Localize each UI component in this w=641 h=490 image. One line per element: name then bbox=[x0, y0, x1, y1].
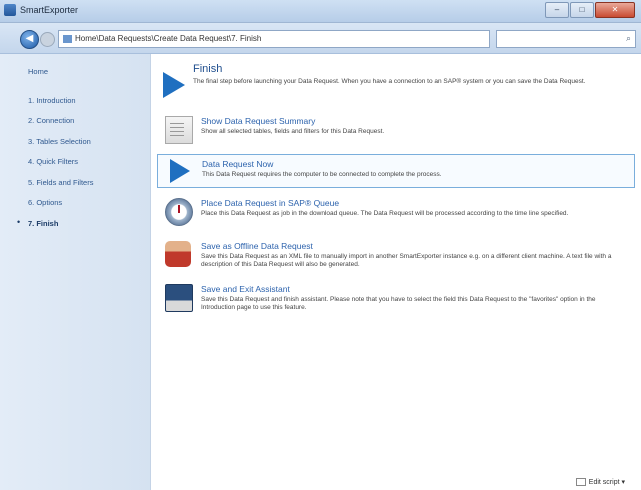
sidebar: Home 1. Introduction 2. Connection 3. Ta… bbox=[0, 54, 151, 490]
option-description: Save this Data Request as an XML file to… bbox=[201, 253, 612, 268]
footer-link[interactable]: Edit script ▾ bbox=[575, 478, 625, 486]
footer-label[interactable]: Edit script bbox=[589, 479, 620, 486]
disk-icon bbox=[165, 284, 193, 312]
address-bar[interactable]: Home\Data Requests\Create Data Request\7… bbox=[58, 30, 490, 48]
close-button[interactable]: ✕ bbox=[595, 2, 635, 18]
option-save-exit[interactable]: Save and Exit Assistant Save this Data R… bbox=[157, 280, 633, 316]
forward-button[interactable] bbox=[40, 32, 55, 47]
sidebar-item-home[interactable]: Home bbox=[28, 67, 48, 76]
search-icon[interactable]: ⌕ bbox=[626, 33, 631, 44]
window-title: SmartExporter bbox=[20, 5, 79, 15]
option-save-offline[interactable]: Save as Offline Data Request Save this D… bbox=[157, 237, 633, 277]
page-title: Finish bbox=[193, 63, 223, 75]
option-show-summary[interactable]: Show Data Request Summary Show all selec… bbox=[157, 112, 633, 150]
clock-icon bbox=[165, 198, 193, 226]
title-bar: SmartExporter – □ ✕ bbox=[0, 0, 641, 23]
play-icon bbox=[170, 159, 190, 183]
person-icon bbox=[165, 241, 191, 267]
sidebar-item-finish[interactable]: 7. Finish bbox=[28, 219, 58, 228]
navigation-bar: ◀ Home\Data Requests\Create Data Request… bbox=[0, 23, 641, 54]
app-icon bbox=[4, 4, 16, 16]
sidebar-item-fields-filters[interactable]: 5. Fields and Filters bbox=[28, 178, 93, 187]
option-title[interactable]: Save as Offline Data Request bbox=[201, 241, 313, 251]
option-title[interactable]: Place Data Request in SAP® Queue bbox=[201, 198, 339, 208]
option-title[interactable]: Show Data Request Summary bbox=[201, 116, 315, 126]
minimize-button[interactable]: – bbox=[545, 2, 569, 18]
option-title[interactable]: Save and Exit Assistant bbox=[201, 284, 290, 294]
option-request-now[interactable]: Data Request Now This Data Request requi… bbox=[157, 154, 635, 188]
finish-play-icon bbox=[163, 72, 185, 98]
address-text: Home\Data Requests\Create Data Request\7… bbox=[75, 34, 262, 43]
option-description: Place this Data Request as job in the do… bbox=[201, 210, 569, 217]
back-button[interactable]: ◀ bbox=[20, 30, 39, 49]
window-controls: – □ ✕ bbox=[544, 2, 635, 18]
sidebar-item-options[interactable]: 6. Options bbox=[28, 198, 62, 207]
main-content: Finish The final step before launching y… bbox=[151, 54, 641, 490]
option-title[interactable]: Data Request Now bbox=[202, 159, 273, 169]
sidebar-item-connection[interactable]: 2. Connection bbox=[28, 116, 74, 125]
sidebar-item-introduction[interactable]: 1. Introduction bbox=[28, 96, 76, 105]
search-input[interactable]: ⌕ bbox=[496, 30, 636, 48]
option-place-in-queue[interactable]: Place Data Request in SAP® Queue Place t… bbox=[157, 194, 633, 232]
maximize-button[interactable]: □ bbox=[570, 2, 594, 18]
current-step-bullet: • bbox=[17, 217, 21, 227]
script-icon bbox=[575, 478, 586, 486]
sidebar-item-tables-selection[interactable]: 3. Tables Selection bbox=[28, 137, 91, 146]
option-description: Save this Data Request and finish assist… bbox=[201, 296, 596, 311]
folder-icon bbox=[63, 35, 72, 43]
page-description: The final step before launching your Dat… bbox=[193, 78, 586, 85]
document-icon bbox=[165, 116, 193, 144]
option-description: Show all selected tables, fields and fil… bbox=[201, 128, 385, 135]
option-description: This Data Request requires the computer … bbox=[202, 171, 442, 178]
sidebar-item-quick-filters[interactable]: 4. Quick Filters bbox=[28, 157, 78, 166]
